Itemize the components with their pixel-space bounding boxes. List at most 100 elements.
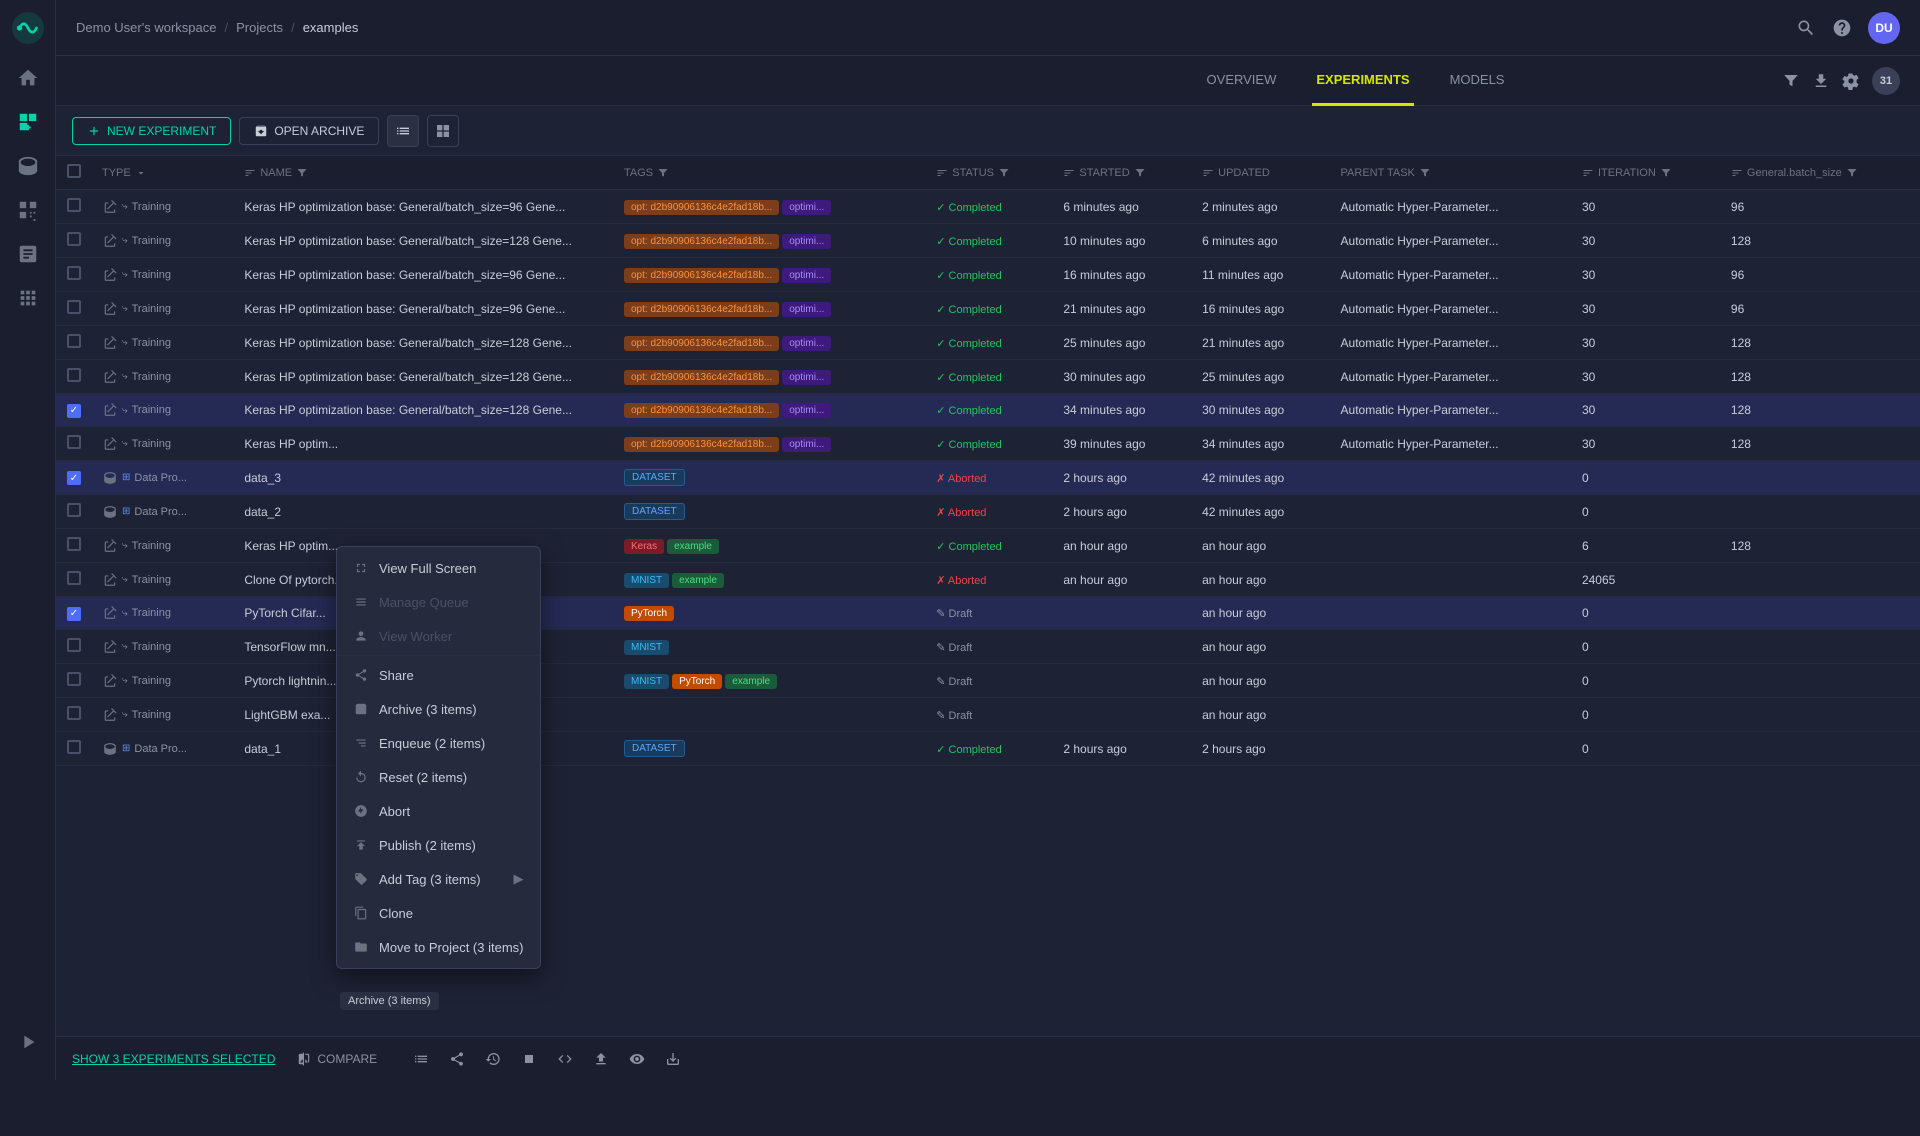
row-checkbox-cell[interactable] (56, 326, 92, 360)
sidebar-projects[interactable] (0, 100, 56, 144)
row-checkbox[interactable] (67, 740, 81, 754)
row-checkbox[interactable] (67, 232, 81, 246)
row-checkbox[interactable] (67, 435, 81, 449)
row-checkbox-cell[interactable] (56, 529, 92, 563)
header-parent[interactable]: PARENT TASK (1331, 156, 1572, 190)
row-checkbox-cell[interactable] (56, 224, 92, 258)
breadcrumb-workspace[interactable]: Demo User's workspace (76, 20, 216, 35)
row-checkbox[interactable] (67, 503, 81, 517)
row-checkbox[interactable] (67, 266, 81, 280)
row-checkbox-cell[interactable] (56, 597, 92, 630)
open-archive-button[interactable]: OPEN ARCHIVE (239, 117, 379, 145)
help-icon[interactable] (1832, 18, 1852, 38)
tab-experiments[interactable]: EXPERIMENTS (1312, 56, 1413, 106)
row-checkbox[interactable] (67, 404, 81, 418)
table-row[interactable]: ⤷ Training Keras HP optim... opt: d2b909… (56, 427, 1920, 461)
ctx-publish[interactable]: Publish (2 items) (337, 828, 540, 862)
header-tags[interactable]: TAGS (614, 156, 926, 190)
row-checkbox-cell[interactable] (56, 461, 92, 495)
sidebar-datasets[interactable] (0, 144, 56, 188)
row-checkbox[interactable] (67, 571, 81, 585)
grid-view-button[interactable] (427, 115, 459, 147)
row-checkbox[interactable] (67, 198, 81, 212)
row-checkbox[interactable] (67, 672, 81, 686)
download-icon[interactable] (1812, 72, 1830, 90)
table-row[interactable]: ⤷ Training Keras HP optimization base: G… (56, 292, 1920, 326)
table-row[interactable]: ⊞ Data Pro... data_2 DATASET ✗ Aborted 2… (56, 495, 1920, 529)
row-checkbox-cell[interactable] (56, 360, 92, 394)
sidebar-pipelines[interactable] (0, 276, 56, 320)
tab-overview[interactable]: OVERVIEW (1203, 56, 1281, 106)
ctx-enqueue[interactable]: Enqueue (2 items) (337, 726, 540, 760)
table-row[interactable]: ⤷ Training Keras HP optimization base: G… (56, 258, 1920, 292)
header-status[interactable]: STATUS (926, 156, 1053, 190)
table-row[interactable]: ⤷ Training Keras HP optimization base: G… (56, 190, 1920, 224)
bottom-stop-icon[interactable] (515, 1045, 543, 1073)
bottom-code-icon[interactable] (551, 1045, 579, 1073)
ctx-view-full-screen[interactable]: View Full Screen (337, 551, 540, 585)
list-view-button[interactable] (387, 115, 419, 147)
bottom-history-icon[interactable] (479, 1045, 507, 1073)
bottom-tag-icon[interactable] (623, 1045, 651, 1073)
row-checkbox[interactable] (67, 537, 81, 551)
header-checkbox-cell[interactable] (56, 156, 92, 190)
row-checkbox[interactable] (67, 471, 81, 485)
filter-icon[interactable] (1782, 72, 1800, 90)
row-checkbox-cell[interactable] (56, 664, 92, 698)
row-checkbox-cell[interactable] (56, 630, 92, 664)
row-checkbox[interactable] (67, 638, 81, 652)
row-checkbox-cell[interactable] (56, 258, 92, 292)
settings-icon[interactable] (1842, 72, 1860, 90)
ctx-abort[interactable]: Abort (337, 794, 540, 828)
header-batch-size[interactable]: General.batch_size (1721, 156, 1920, 190)
row-checkbox[interactable] (67, 334, 81, 348)
header-iteration[interactable]: ITERATION (1572, 156, 1721, 190)
table-row[interactable]: ⤷ Training Keras HP optimization base: G… (56, 360, 1920, 394)
row-checkbox-cell[interactable] (56, 698, 92, 732)
row-checkbox-cell[interactable] (56, 394, 92, 427)
row-checkbox-cell[interactable] (56, 190, 92, 224)
row-checkbox[interactable] (67, 607, 81, 621)
ctx-clone[interactable]: Clone (337, 896, 540, 930)
user-avatar[interactable]: DU (1868, 12, 1900, 44)
header-type[interactable]: TYPE (92, 156, 234, 190)
header-updated[interactable]: UPDATED (1192, 156, 1330, 190)
select-all-checkbox[interactable] (67, 164, 81, 178)
sidebar-arrow[interactable] (0, 1020, 56, 1064)
breadcrumb-projects[interactable]: Projects (236, 20, 283, 35)
header-started[interactable]: STARTED (1053, 156, 1192, 190)
selected-experiments-info[interactable]: SHOW 3 EXPERIMENTS SELECTED (72, 1052, 275, 1066)
row-checkbox-cell[interactable] (56, 495, 92, 529)
table-row[interactable]: ⤷ Training Keras HP optimization base: G… (56, 326, 1920, 360)
ctx-archive[interactable]: Archive (3 items) (337, 692, 540, 726)
row-checkbox-cell[interactable] (56, 292, 92, 326)
header-name[interactable]: NAME (234, 156, 614, 190)
bottom-upload-icon[interactable] (587, 1045, 615, 1073)
row-checkbox-cell[interactable] (56, 732, 92, 766)
table-row[interactable]: ⤷ Training Keras HP optimization base: G… (56, 394, 1920, 427)
search-icon[interactable] (1796, 18, 1816, 38)
sidebar-reports[interactable] (0, 232, 56, 276)
row-checkbox[interactable] (67, 300, 81, 314)
bottom-list-icon[interactable] (407, 1045, 435, 1073)
sidebar-models[interactable] (0, 188, 56, 232)
app-logo[interactable] (0, 0, 56, 56)
new-experiment-button[interactable]: NEW EXPERIMENT (72, 117, 231, 145)
ctx-reset[interactable]: Reset (2 items) (337, 760, 540, 794)
bottom-share-icon[interactable] (443, 1045, 471, 1073)
table-row[interactable]: ⊞ Data Pro... data_3 DATASET ✗ Aborted 2… (56, 461, 1920, 495)
row-checkbox[interactable] (67, 706, 81, 720)
bottom-export-icon[interactable] (659, 1045, 687, 1073)
ctx-move-to-project[interactable]: Move to Project (3 items) (337, 930, 540, 964)
row-checkbox[interactable] (67, 368, 81, 382)
row-checkbox-cell[interactable] (56, 563, 92, 597)
tab-models[interactable]: MODELS (1446, 56, 1509, 106)
compare-button[interactable]: COMPARE (287, 1048, 387, 1070)
sidebar-home[interactable] (0, 56, 56, 100)
row-checkbox-cell[interactable] (56, 427, 92, 461)
ctx-add-tag[interactable]: Add Tag (3 items) ▶ (337, 862, 540, 896)
ctx-share[interactable]: Share (337, 658, 540, 692)
tag: opt: d2b90906136c4e2fad18b... (624, 234, 779, 249)
table-row[interactable]: ⤷ Training Keras HP optimization base: G… (56, 224, 1920, 258)
user-initials-badge[interactable]: 31 (1872, 67, 1900, 95)
